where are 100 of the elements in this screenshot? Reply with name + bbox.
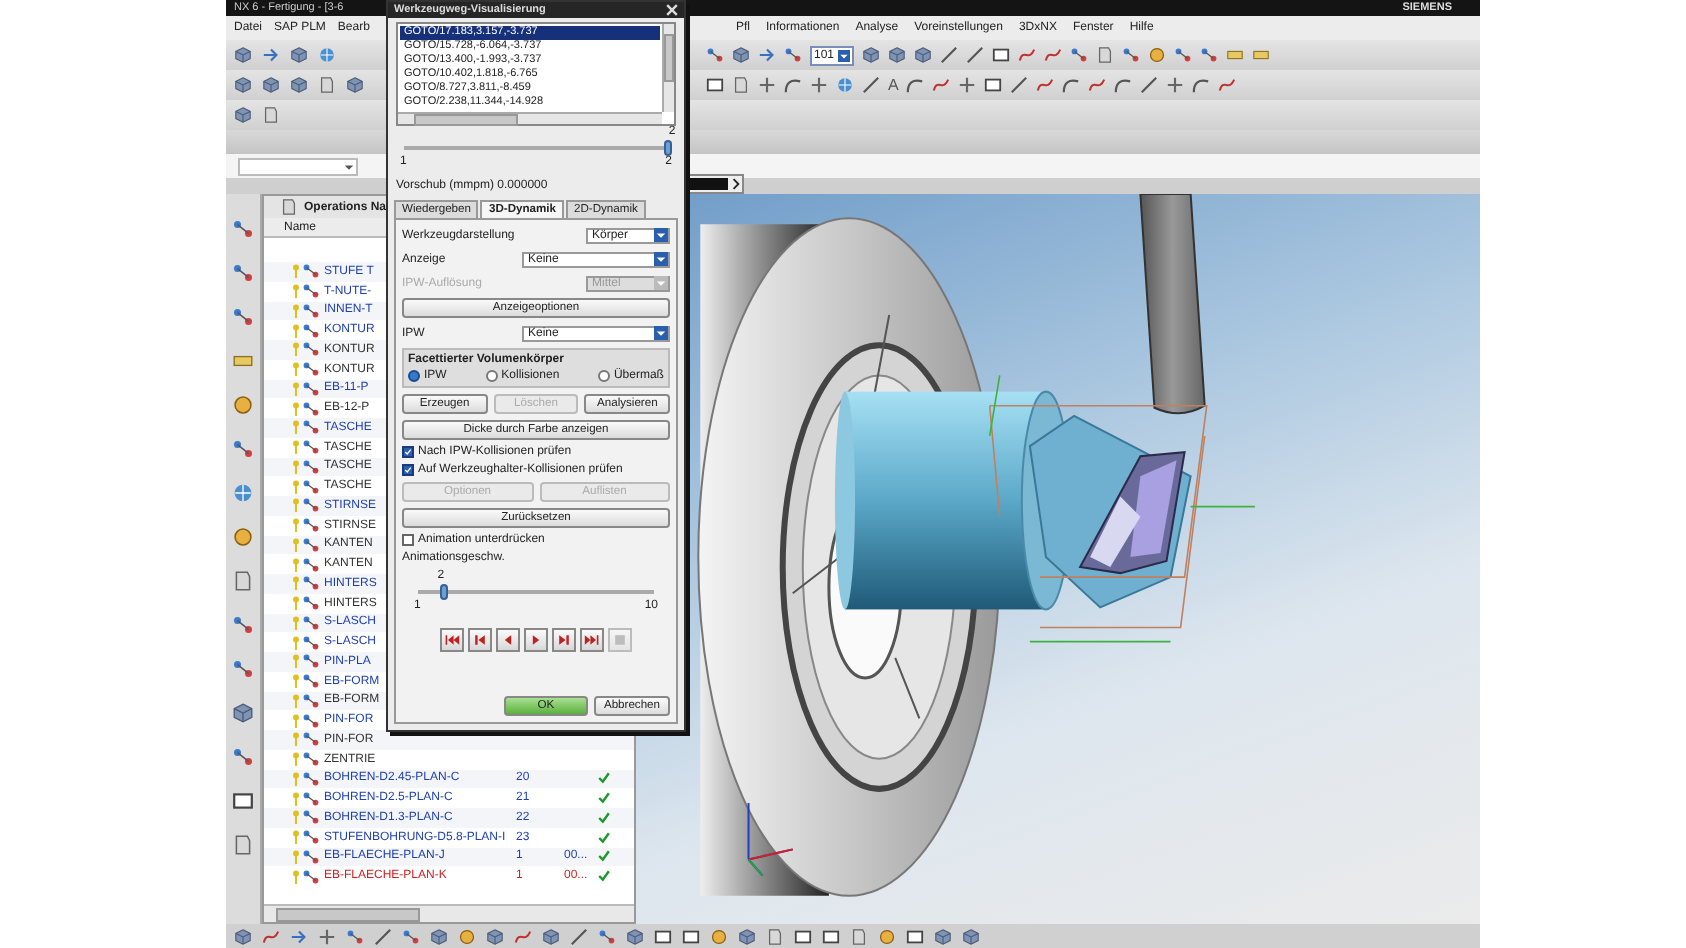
circle-icon[interactable] <box>878 927 896 945</box>
arrow-icon[interactable] <box>262 46 280 64</box>
rectangle-icon[interactable] <box>706 76 724 94</box>
plus-icon[interactable] <box>810 76 828 94</box>
slider-thumb[interactable] <box>439 584 448 600</box>
page-icon[interactable] <box>318 76 336 94</box>
globe-icon[interactable] <box>318 46 336 64</box>
cube-icon[interactable] <box>290 46 308 64</box>
cube-icon[interactable] <box>626 927 644 945</box>
cube-icon[interactable] <box>888 46 907 64</box>
nodes-icon[interactable] <box>232 746 254 768</box>
curve-icon[interactable] <box>514 927 532 945</box>
cube-icon[interactable] <box>962 927 980 945</box>
cube-icon[interactable] <box>290 76 308 94</box>
radio-button[interactable] <box>597 370 610 382</box>
cube-icon[interactable] <box>914 46 933 64</box>
arc-icon[interactable] <box>906 76 925 94</box>
plus-icon[interactable] <box>758 76 776 94</box>
scrollbar[interactable] <box>662 24 674 112</box>
line-icon[interactable] <box>1140 76 1159 94</box>
cube-icon[interactable] <box>234 46 252 64</box>
line-icon[interactable] <box>966 46 985 64</box>
checkbox[interactable] <box>402 464 414 476</box>
circle-icon[interactable] <box>1148 46 1167 64</box>
arc-icon[interactable] <box>784 76 802 94</box>
globe-icon[interactable] <box>232 482 254 504</box>
line-icon[interactable] <box>570 927 588 945</box>
scrollbar[interactable] <box>398 112 662 124</box>
nodes-icon[interactable] <box>1174 46 1193 64</box>
curve-icon[interactable] <box>262 927 280 945</box>
line-icon[interactable] <box>1010 76 1029 94</box>
circle-icon[interactable] <box>710 927 728 945</box>
page-icon[interactable] <box>232 834 254 856</box>
cube-icon[interactable] <box>486 927 504 945</box>
nodes-icon[interactable] <box>1200 46 1219 64</box>
arc-icon[interactable] <box>1114 76 1133 94</box>
line-icon[interactable] <box>374 927 392 945</box>
nodes-icon[interactable] <box>598 927 616 945</box>
nodes-icon[interactable] <box>232 262 254 284</box>
checkbox[interactable] <box>402 534 414 546</box>
cube-icon[interactable] <box>232 702 254 724</box>
cube-icon[interactable] <box>542 927 560 945</box>
cube-icon[interactable] <box>738 927 756 945</box>
page-icon[interactable] <box>262 106 280 124</box>
last-button[interactable] <box>580 628 604 652</box>
back-button[interactable] <box>496 628 520 652</box>
rectangle-icon[interactable] <box>232 790 254 812</box>
play-button[interactable] <box>524 628 548 652</box>
line-icon[interactable] <box>862 76 880 94</box>
next-button[interactable] <box>552 628 576 652</box>
radio-button[interactable] <box>485 370 498 382</box>
page-icon[interactable] <box>232 570 254 592</box>
curve-icon[interactable] <box>932 76 951 94</box>
nodes-icon[interactable] <box>346 927 364 945</box>
cube-icon[interactable] <box>262 76 280 94</box>
plus-icon[interactable] <box>958 76 977 94</box>
cube-icon[interactable] <box>732 46 750 64</box>
cube-icon[interactable] <box>234 927 252 945</box>
curve-icon[interactable] <box>1088 76 1107 94</box>
slider-thumb[interactable] <box>664 140 672 156</box>
close-icon[interactable] <box>666 4 678 16</box>
arrow-icon[interactable] <box>290 927 308 945</box>
prev-button[interactable] <box>468 628 492 652</box>
cube-icon[interactable] <box>862 46 881 64</box>
nodes-icon[interactable] <box>402 927 420 945</box>
nodes-icon[interactable] <box>232 438 254 460</box>
circle-icon[interactable] <box>232 394 254 416</box>
plus-icon[interactable] <box>1166 76 1185 94</box>
nodes-icon[interactable] <box>232 658 254 680</box>
line-icon[interactable] <box>940 46 959 64</box>
nodes-icon[interactable] <box>706 46 724 64</box>
cube-icon[interactable] <box>234 76 252 94</box>
text-tool-button[interactable]: A <box>888 76 899 94</box>
nodes-icon[interactable] <box>232 306 254 328</box>
cube-icon[interactable] <box>430 927 448 945</box>
nodes-icon[interactable] <box>784 46 802 64</box>
checkbox[interactable] <box>402 446 414 458</box>
page-icon[interactable] <box>732 76 750 94</box>
ruler-icon[interactable] <box>232 350 254 372</box>
page-icon[interactable] <box>1096 46 1115 64</box>
arrow-icon[interactable] <box>758 46 776 64</box>
plus-icon[interactable] <box>318 927 336 945</box>
nodes-icon[interactable] <box>232 614 254 636</box>
cube-icon[interactable] <box>934 927 952 945</box>
arc-icon[interactable] <box>1062 76 1081 94</box>
cube-icon[interactable] <box>234 106 252 124</box>
nodes-icon[interactable] <box>1122 46 1141 64</box>
first-button[interactable] <box>440 628 464 652</box>
globe-icon[interactable] <box>836 76 854 94</box>
key-icon <box>292 791 300 806</box>
scrollbar-thumb[interactable] <box>276 907 420 921</box>
nodes-icon[interactable] <box>232 218 254 240</box>
circle-icon[interactable] <box>232 526 254 548</box>
cube-icon[interactable] <box>346 76 364 94</box>
nodes-icon[interactable] <box>1070 46 1089 64</box>
curve-icon[interactable] <box>1218 76 1237 94</box>
circle-icon[interactable] <box>458 927 476 945</box>
rectangle-icon[interactable] <box>906 927 924 945</box>
radio-button[interactable] <box>408 370 420 382</box>
arc-icon[interactable] <box>1192 76 1211 94</box>
